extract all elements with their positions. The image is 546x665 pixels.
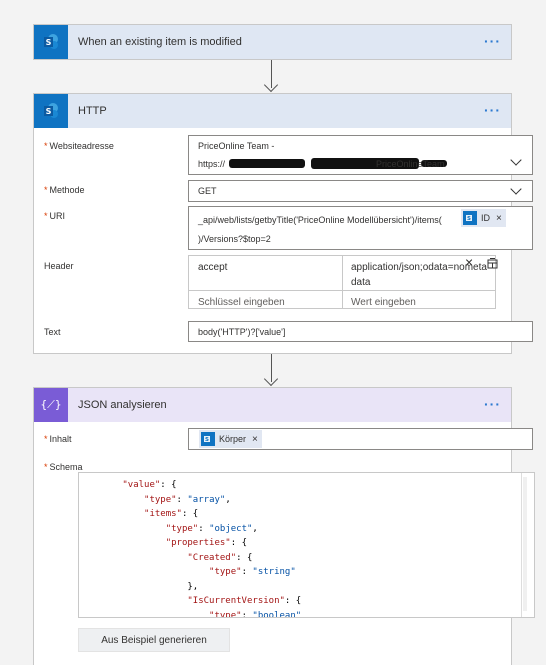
sharepoint-icon: S	[201, 432, 215, 446]
header-table: accept application/json;odata=nometa dat…	[188, 255, 496, 309]
schema-code-line: "items": {	[144, 509, 199, 519]
more-icon[interactable]: ···	[484, 397, 501, 411]
uri-input[interactable]: _api/web/lists/getbyTitle('PriceOnline M…	[188, 206, 533, 250]
value-placeholder[interactable]: Wert eingeben	[351, 297, 416, 308]
schema-code-line: "properties": {	[165, 538, 247, 548]
schema-code[interactable]: "value": { "type": "array", "items": { "…	[79, 478, 302, 618]
svg-text:S: S	[205, 437, 209, 443]
schema-code-line: },	[187, 581, 199, 592]
schema-editor[interactable]: "value": { "type": "array", "items": { "…	[78, 472, 535, 618]
trigger-header[interactable]: S When an existing item is modified ···	[34, 25, 511, 59]
header-key-input[interactable]: accept	[198, 262, 227, 273]
key-placeholder[interactable]: Schlüssel eingeben	[198, 297, 285, 308]
svg-text:S: S	[46, 107, 52, 116]
uri-line2: )/Versions?$top=2	[198, 234, 271, 244]
schema-code-line: "IsCurrentVersion": {	[187, 596, 302, 606]
content-token[interactable]: S Körper ×	[199, 430, 262, 448]
svg-text:S: S	[467, 216, 471, 222]
sharepoint-icon: S	[34, 25, 68, 59]
schema-code-line: "value": {	[122, 480, 177, 490]
chevron-down-icon[interactable]	[510, 183, 522, 195]
close-icon[interactable]: ×	[252, 434, 258, 445]
json-card[interactable]: {⟋} JSON analysieren ··· * Inhalt S Körpe…	[33, 387, 535, 665]
schema-scrollbar[interactable]	[521, 473, 528, 617]
flow-arrow	[263, 60, 281, 93]
schema-code-line: "type": "object",	[165, 523, 258, 534]
uri-label: * URI	[44, 211, 66, 221]
more-icon[interactable]: ···	[484, 34, 501, 48]
trigger-title: When an existing item is modified	[78, 36, 242, 48]
body-text-value: body('HTTP')?['value']	[198, 327, 286, 337]
braces-icon: {⟋}	[34, 388, 68, 422]
more-icon[interactable]: ···	[484, 103, 501, 117]
content-token-label: Körper	[219, 434, 247, 444]
site-address-label: * Websiteadresse	[44, 141, 114, 151]
close-icon[interactable]: ×	[496, 213, 502, 224]
site-address-suffix: PriceOnlineTeam	[376, 159, 445, 169]
content-label: * Inhalt	[44, 434, 72, 444]
chevron-down-icon[interactable]	[510, 154, 522, 166]
method-dropdown[interactable]: GET	[188, 180, 533, 202]
site-address-prefix: https://	[198, 159, 226, 169]
uri-line1: _api/web/lists/getbyTitle('PriceOnline M…	[198, 215, 442, 225]
header-value-line2[interactable]: data	[351, 277, 370, 288]
redacted-url-part	[229, 159, 305, 168]
generate-from-sample-button[interactable]: Aus Beispiel generieren	[78, 628, 230, 652]
body-text-input[interactable]: body('HTTP')?['value']	[188, 321, 533, 342]
schema-code-line: "Created": {	[187, 552, 253, 563]
uri-id-token-label: ID	[481, 213, 490, 223]
json-header[interactable]: {⟋} JSON analysieren ···	[34, 388, 511, 422]
sharepoint-icon: S	[463, 211, 477, 225]
close-icon[interactable]: ×	[465, 254, 473, 270]
json-title: JSON analysieren	[78, 399, 167, 411]
uri-id-token[interactable]: S ID ×	[461, 209, 506, 227]
schema-label: * Schema	[44, 462, 83, 472]
switch-mode-icon[interactable]	[487, 258, 498, 272]
site-address-dropdown[interactable]: PriceOnline Team - https:// PriceOnlineT…	[188, 135, 533, 175]
body-text-label: Text	[44, 327, 61, 337]
schema-code-line: "type": "array",	[144, 494, 231, 505]
schema-code-line: "type": "boolean"	[209, 610, 302, 618]
site-address-line1: PriceOnline Team -	[198, 141, 275, 151]
svg-text:S: S	[46, 38, 52, 47]
sharepoint-icon: S	[34, 94, 68, 128]
http-card[interactable]: S HTTP ··· * Websiteadresse PriceOnline T…	[33, 93, 533, 354]
content-input[interactable]: S Körper ×	[188, 428, 533, 450]
http-title: HTTP	[78, 105, 107, 117]
header-label: Header	[44, 261, 74, 271]
trigger-card[interactable]: S When an existing item is modified ···	[33, 24, 512, 60]
schema-code-line: "type": "string"	[209, 567, 296, 577]
http-header[interactable]: S HTTP ···	[34, 94, 511, 128]
method-value: GET	[198, 186, 217, 196]
method-label: * Methode	[44, 185, 85, 195]
flow-arrow	[263, 354, 281, 387]
